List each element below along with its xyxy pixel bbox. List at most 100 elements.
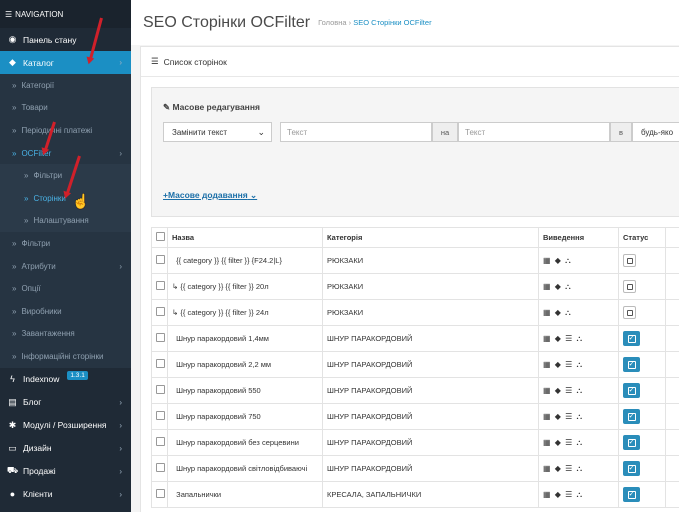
row-name[interactable]: {{ category }} {{ filter }} {F24.2|L} [176,256,282,265]
field-select[interactable]: будь-яко [632,122,679,142]
sidebar-item-ocfilter-filters[interactable]: » Фільтри [0,164,131,187]
sidebar-item-label: Фільтри [21,238,51,248]
row-checkbox[interactable] [156,359,165,368]
on-label-text: на [440,128,450,137]
row-category-cell: ШНУР ПАРАКОРДОВИЙ [322,429,539,456]
table-row[interactable]: ↳ {{ category }} {{ filter }} 24л РЮКЗАКИ… [151,299,679,326]
sidebar-item-design[interactable]: ▭ Дизайн › [0,437,131,460]
sidebar-item-catalog[interactable]: ◆ Каталог › [0,51,131,74]
table-row[interactable]: Шнур паракордовий світловідбиваючі ШНУР П… [151,455,679,482]
row-name[interactable]: Шнур паракордовий світловідбиваючі [176,464,307,473]
sidebar-item-modules[interactable]: ✱ Модулі / Розширення › [0,414,131,437]
sidebar-item-recurring[interactable]: » Періодичні платежі [0,119,131,142]
status-toggle-on[interactable]: ✓ [623,435,640,450]
row-name[interactable]: {{ category }} {{ filter }} 20л [180,282,268,291]
sidebar-item-indexnow[interactable]: ϟ Indexnow 1.3.1 [0,368,131,391]
row-checkbox[interactable] [156,333,165,342]
row-category-cell: ШНУР ПАРАКОРДОВИЙ [322,455,539,482]
sidebar-item-label: Товари [21,103,48,113]
sidebar: ☰ NAVIGATION ◉ Панель стану ◆ Каталог › … [0,0,131,512]
table-row[interactable]: ↳ {{ category }} {{ filter }} 20л РЮКЗАКИ… [151,273,679,300]
row-checkbox[interactable] [156,463,165,472]
replace-text-input[interactable]: Текст [458,122,610,142]
dashboard-icon: ◉ [8,34,17,44]
table-row[interactable]: Шнур паракордовий 1,4мм ШНУР ПАРАКОРДОВИЙ… [151,325,679,352]
table-row[interactable]: Шнур паракордовий 2,2 мм ШНУР ПАРАКОРДОВИ… [151,351,679,378]
sidebar-item-downloads[interactable]: » Завантаження [0,322,131,346]
double-chevron-icon: » [12,80,17,90]
row-select-cell [151,273,168,300]
row-checkbox[interactable] [156,411,165,420]
row-category-cell: РЮКЗАКИ [322,299,539,326]
sidebar-item-manufacturers[interactable]: » Виробники [0,299,131,323]
status-toggle-on[interactable]: ✓ [623,409,640,424]
breadcrumb-current[interactable]: SEO Сторінки OCFilter [353,18,431,27]
row-name[interactable]: {{ category }} {{ filter }} 24л [180,308,268,317]
status-toggle-on[interactable]: ✓ [623,331,640,346]
row-checkbox[interactable] [156,385,165,394]
select-all-checkbox[interactable] [156,232,165,241]
status-toggle-off[interactable] [623,254,636,267]
chevron-right-icon: › [119,261,122,271]
sidebar-item-options[interactable]: » Опції [0,277,131,300]
sidebar-item-ocfilter-settings[interactable]: » Налаштування [0,209,131,233]
row-actions-cell [665,481,679,508]
sidebar-item-dashboard[interactable]: ◉ Панель стану [0,28,131,51]
breadcrumb-home[interactable]: Головна [318,18,347,27]
chevron-right-icon: › [119,466,122,476]
row-output-cell: ▦ ◆ ☰ ⛬ [538,351,619,378]
output-icons: ▦ ◆ ☰ ⛬ [543,463,584,473]
status-toggle-off[interactable] [623,306,636,319]
status-toggle-off[interactable] [623,280,636,293]
menu-icon: ☰ [5,9,13,19]
mass-edit-box: ✎ Масове редагування Замінити текст ⌄ Те… [151,87,679,217]
status-toggle-on[interactable]: ✓ [623,357,640,372]
row-name[interactable]: Шнур паракордовий без серцевини [176,438,299,447]
sidebar-item-products[interactable]: » Товари [0,96,131,120]
sidebar-item-information[interactable]: » Інформаційні сторінки [0,345,131,368]
col-actions-header [665,227,679,248]
output-icons: ▦ ◆ ⛬ [543,255,572,265]
col-status-header[interactable]: Статус [618,227,666,248]
row-select-cell [151,429,168,456]
sidebar-item-sales[interactable]: ⛟ Продажі › [0,460,131,483]
row-checkbox[interactable] [156,307,165,316]
mass-add-link[interactable]: +Масове додавання ⌄ [163,190,257,201]
sidebar-item-label: Модулі / Розширення [23,420,107,431]
table-row[interactable]: Шнур паракордовий 550 ШНУР ПАРАКОРДОВИЙ ▦ … [151,377,679,404]
sidebar-item-attributes[interactable]: » Атрибути › [0,254,131,278]
col-name-header[interactable]: Назва [167,227,323,248]
row-category-cell: РЮКЗАКИ [322,273,539,300]
table-row[interactable]: Запальнички КРЕСАЛА, ЗАПАЛЬНИЧКИ ▦ ◆ ☰ ⛬ ✓ [151,481,679,508]
output-icons: ▦ ◆ ⛬ [543,281,572,291]
in-label-text: в [619,128,623,137]
row-name[interactable]: Шнур паракордовий 1,4мм [176,334,269,343]
sidebar-item-customers[interactable]: ● Клієнти › [0,483,131,506]
table-row[interactable]: Шнур паракордовий без серцевини ШНУР ПАРА… [151,429,679,456]
status-toggle-on[interactable]: ✓ [623,487,640,502]
row-checkbox[interactable] [156,281,165,290]
row-name[interactable]: Запальнички [176,490,221,499]
sidebar-item-ocfilter[interactable]: » OCFilter › [0,141,131,165]
chevron-right-icon: › [119,148,122,158]
row-checkbox[interactable] [156,255,165,264]
row-output-cell: ▦ ◆ ☰ ⛬ [538,429,619,456]
row-checkbox[interactable] [156,437,165,446]
sidebar-item-blog[interactable]: ▤ Блог › [0,391,131,414]
col-category-header[interactable]: Категорія [322,227,539,248]
action-select[interactable]: Замінити текст ⌄ [163,122,272,142]
checkbox-icon [626,283,633,290]
row-name[interactable]: Шнур паракордовий 550 [176,386,261,395]
search-text-input[interactable]: Текст [280,122,432,142]
row-checkbox[interactable] [156,489,165,498]
sidebar-item-categories[interactable]: » Категорії [0,74,131,97]
row-output-cell: ▦ ◆ ⛬ [538,247,619,274]
status-toggle-on[interactable]: ✓ [623,383,640,398]
check-icon: ✓ [627,464,636,473]
status-toggle-on[interactable]: ✓ [623,461,640,476]
table-row[interactable]: {{ category }} {{ filter }} {F24.2|L} РЮК… [151,247,679,274]
sidebar-item-filters[interactable]: » Фільтри [0,232,131,255]
row-name[interactable]: Шнур паракордовий 2,2 мм [176,360,271,369]
row-name[interactable]: Шнур паракордовий 750 [176,412,261,421]
table-row[interactable]: Шнур паракордовий 750 ШНУР ПАРАКОРДОВИЙ ▦ … [151,403,679,430]
